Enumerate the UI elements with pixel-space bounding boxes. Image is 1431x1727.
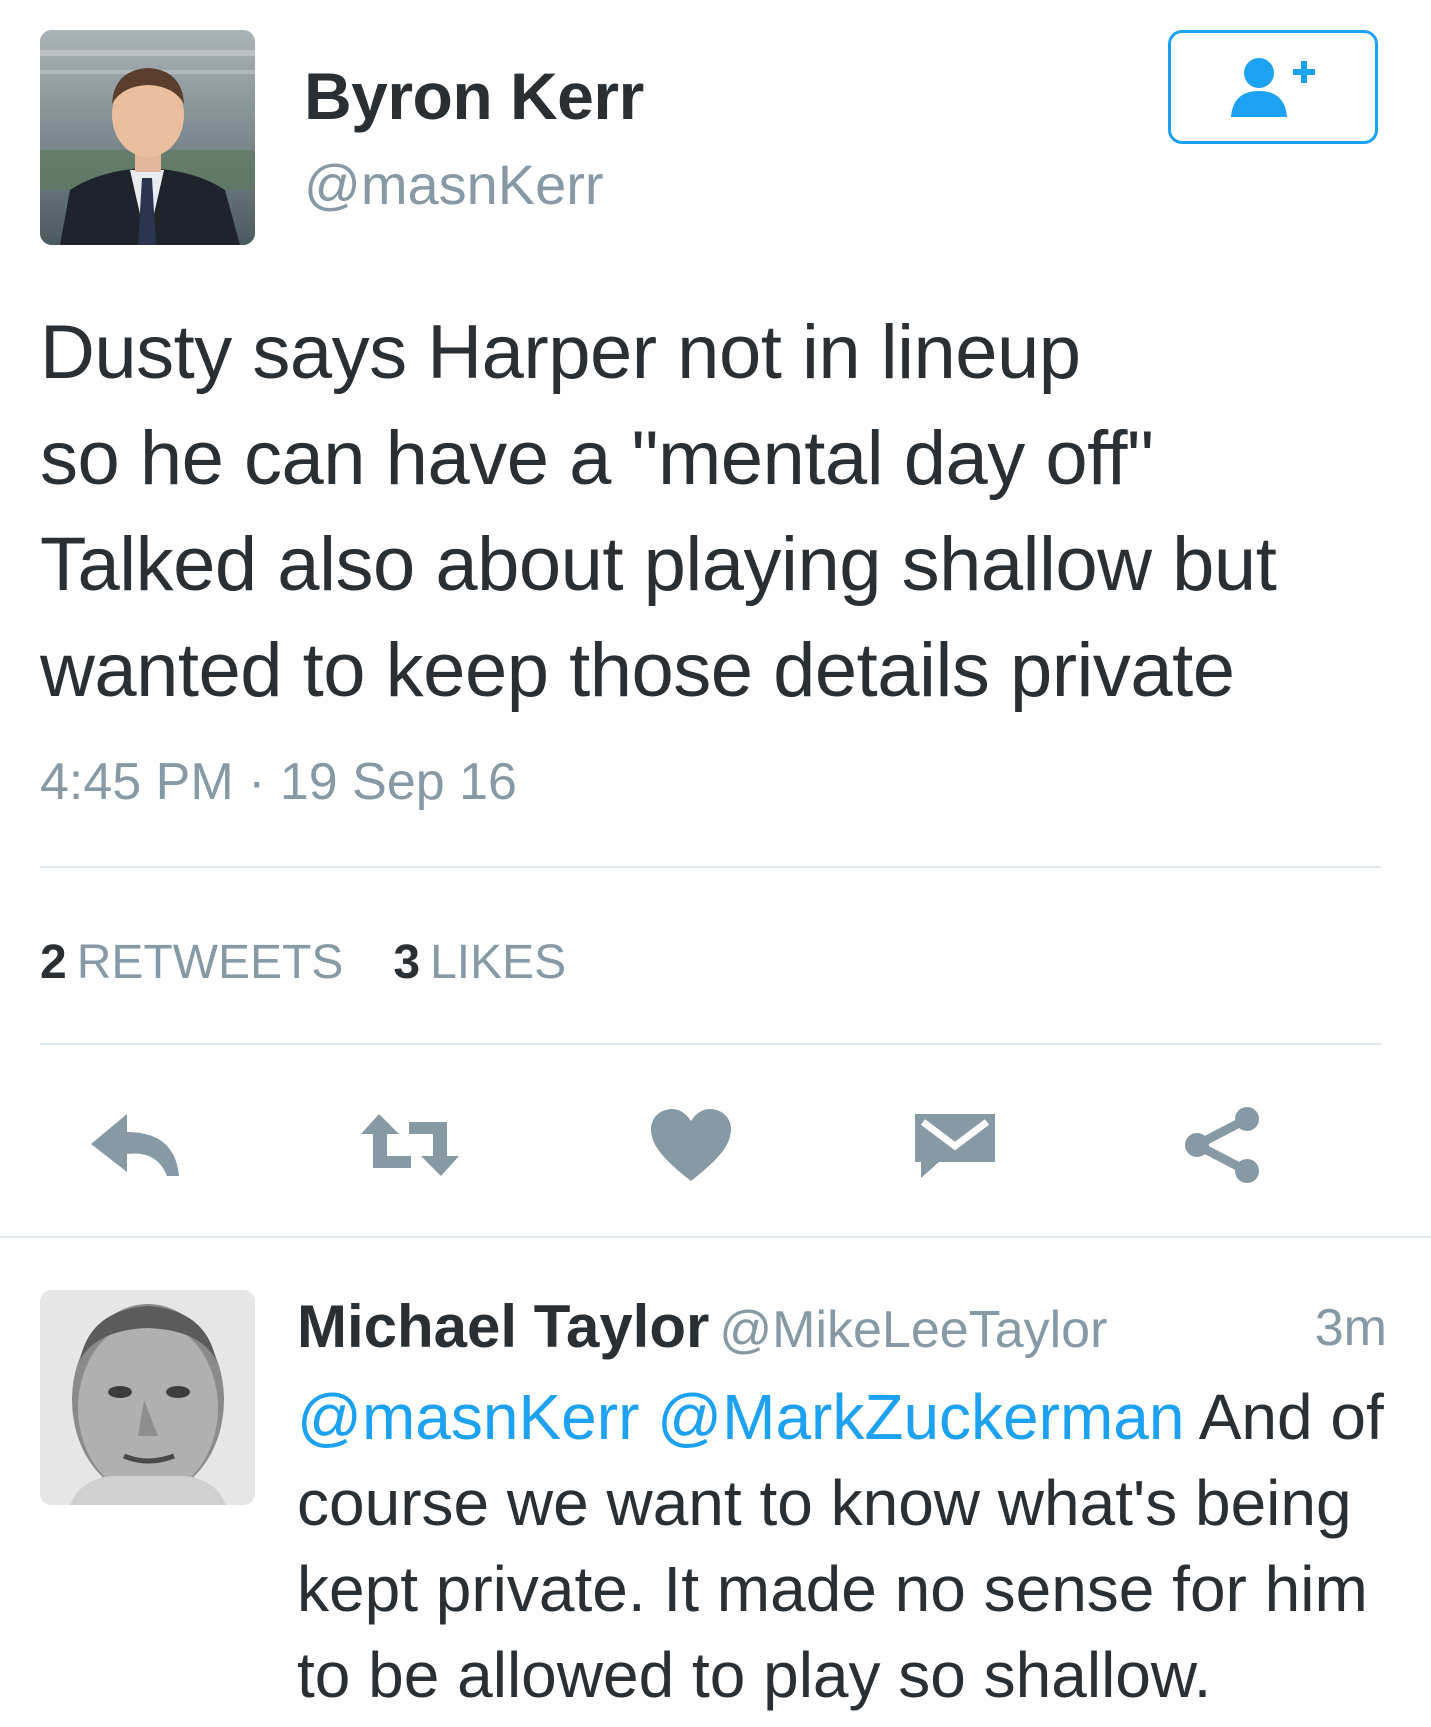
author-avatar[interactable] <box>40 30 255 245</box>
reply-icon <box>91 1114 179 1176</box>
tweet-header: Byron Kerr @masnKerr <box>40 30 1390 250</box>
likes-count: 3 <box>393 936 421 989</box>
reply-button[interactable] <box>80 1090 190 1200</box>
tweet-text: Dusty says Harper not in lineup so he ca… <box>40 310 1277 713</box>
divider <box>40 1043 1381 1045</box>
tweet-stats: 2 RETWEETS 3 LIKES <box>40 935 566 990</box>
reply-author-handle[interactable]: @MikeLeeTaylor <box>719 1301 1107 1359</box>
divider <box>40 866 1381 868</box>
author-avatar-image <box>40 30 255 245</box>
message-button[interactable] <box>900 1090 1010 1200</box>
likes-stat[interactable]: 3 LIKES <box>393 935 566 990</box>
reply-tweet[interactable]: Michael Taylor @MikeLeeTaylor 3m @masnKer… <box>40 1290 1390 1720</box>
retweet-icon <box>361 1114 459 1176</box>
reply-author-avatar[interactable] <box>40 1290 255 1505</box>
mention-link[interactable]: @MarkZuckerman <box>657 1381 1184 1453</box>
likes-label: LIKES <box>430 936 567 989</box>
reply-timestamp: 3m <box>1314 1299 1387 1357</box>
author-handle[interactable]: @masnKerr <box>304 152 604 217</box>
retweets-label: RETWEETS <box>76 936 344 989</box>
share-button[interactable] <box>1168 1090 1278 1200</box>
heart-icon <box>651 1109 731 1181</box>
add-user-icon <box>1231 58 1315 117</box>
tweet-timestamp[interactable]: 4:45 PM · 19 Sep 16 <box>40 752 517 812</box>
reply-header: Michael Taylor @MikeLeeTaylor 3m <box>297 1292 1387 1361</box>
retweets-count: 2 <box>40 936 67 989</box>
divider <box>0 1236 1431 1238</box>
author-name[interactable]: Byron Kerr <box>304 58 644 134</box>
mention-link[interactable]: @masnKerr <box>297 1381 639 1453</box>
retweet-button[interactable] <box>355 1090 465 1200</box>
share-icon <box>1185 1107 1259 1183</box>
follow-button[interactable] <box>1168 30 1378 144</box>
reply-avatar-image <box>40 1290 255 1505</box>
like-button[interactable] <box>636 1090 746 1200</box>
retweets-stat[interactable]: 2 RETWEETS <box>40 935 343 990</box>
reply-author-name[interactable]: Michael Taylor <box>297 1293 709 1360</box>
message-icon <box>915 1114 995 1178</box>
reply-text: @masnKerr @MarkZuckerman And of course w… <box>297 1374 1397 1718</box>
action-bar <box>40 1090 1381 1200</box>
